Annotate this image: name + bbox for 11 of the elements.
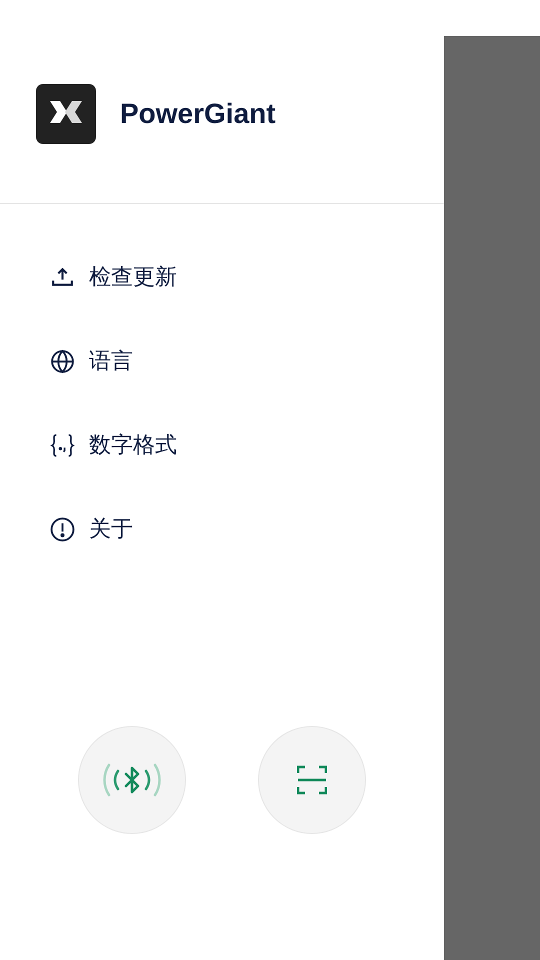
info-icon — [50, 516, 75, 542]
menu-item[interactable]: 数字格式 — [50, 424, 177, 466]
app-name: PowerGiant — [120, 97, 276, 131]
app-logo-icon — [36, 84, 96, 144]
menu-item[interactable]: 检查更新 — [50, 256, 177, 298]
dimmed-overlay[interactable] — [444, 36, 540, 960]
menu-item[interactable]: 语言 — [50, 340, 133, 382]
scan-icon — [297, 765, 327, 795]
menu-item[interactable]: 关于 — [50, 508, 133, 550]
globe-icon — [50, 348, 75, 374]
braces-icon — [50, 432, 75, 458]
